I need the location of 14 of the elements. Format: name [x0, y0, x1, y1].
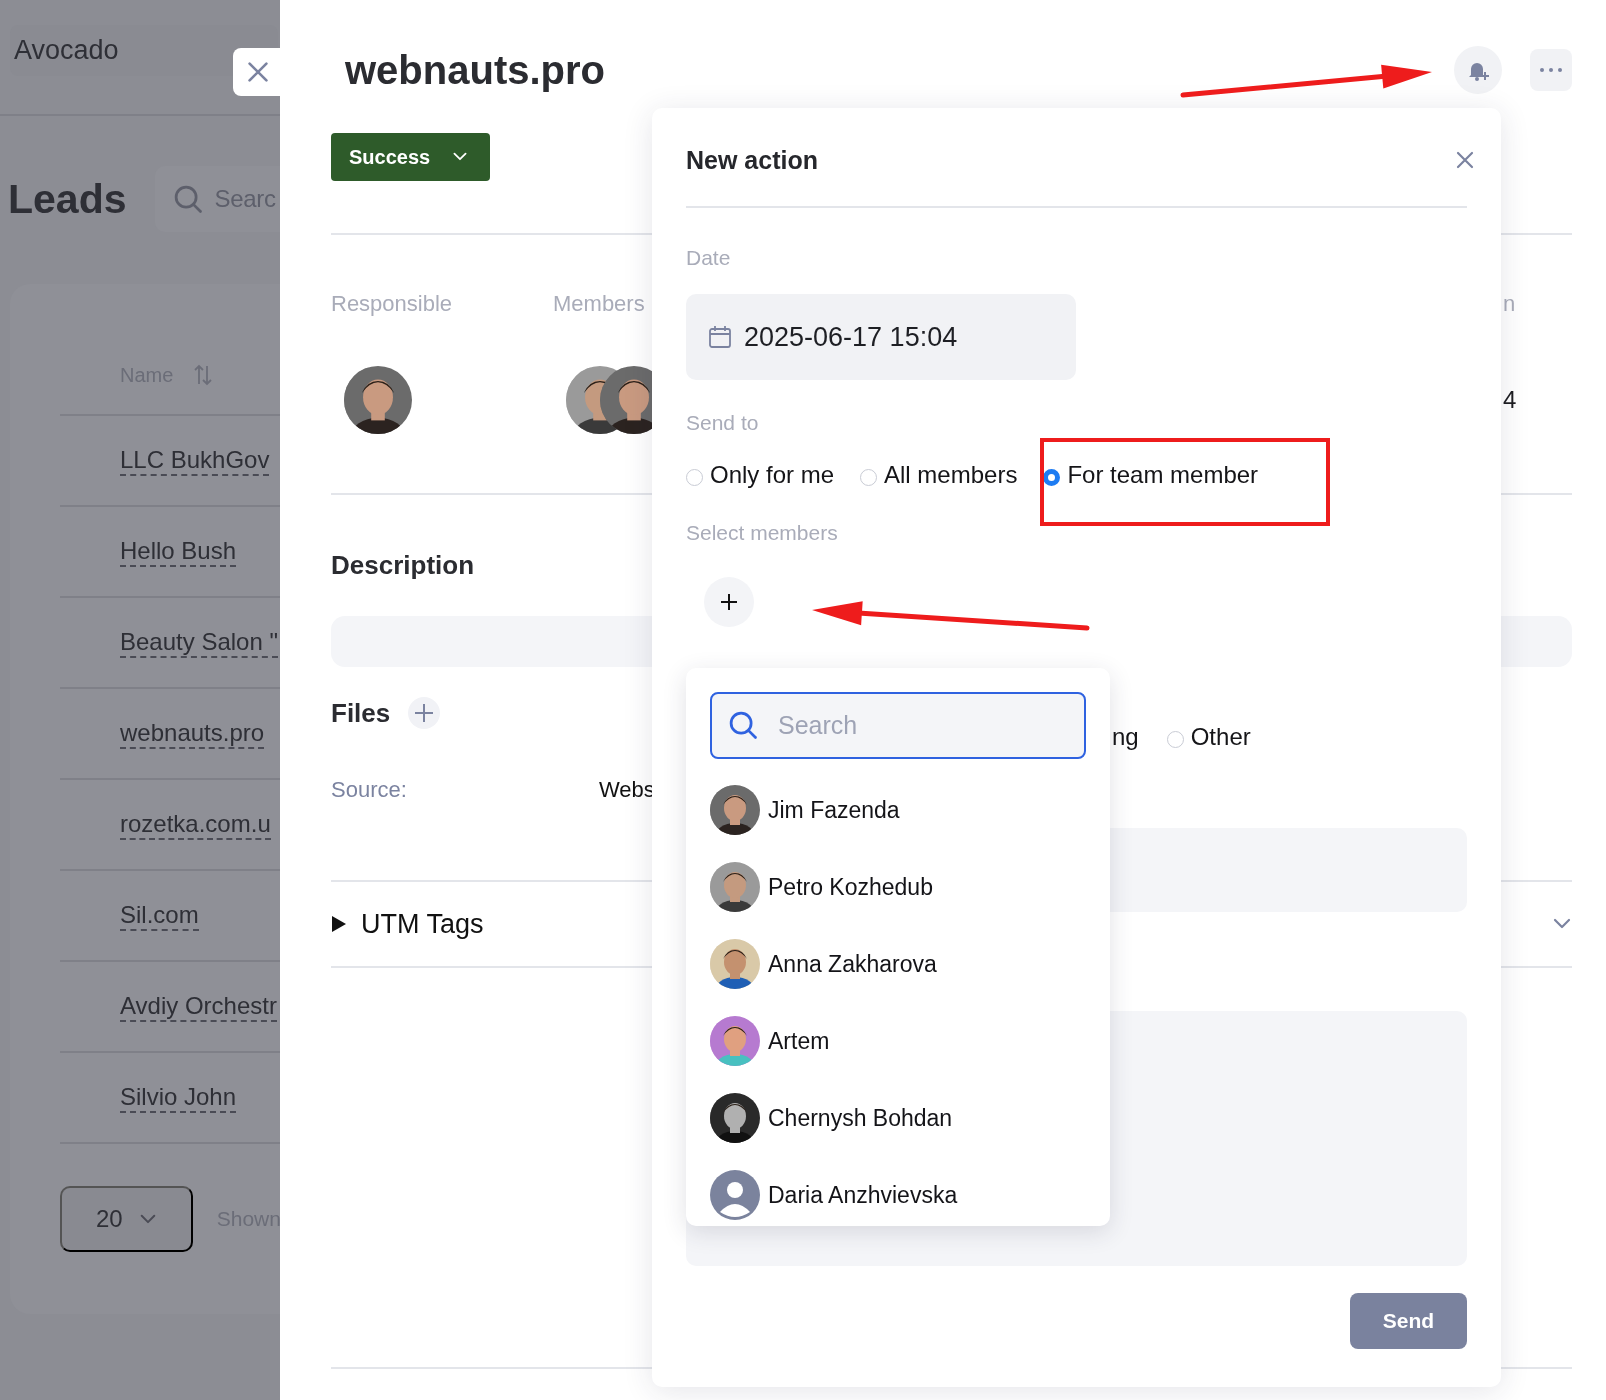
field-label: Responsible: [331, 291, 453, 317]
drawer-title: webnauts.pro: [344, 47, 606, 93]
field-label: Members: [553, 291, 645, 317]
source-label: Source:: [331, 777, 408, 803]
field-value: 4: [1503, 386, 1517, 414]
field-label: Date: [686, 246, 732, 270]
dialog-title: New action: [686, 145, 818, 175]
section-title: Files: [331, 697, 391, 729]
source-value: Webs: [599, 777, 655, 803]
page-title: Leads: [8, 175, 127, 223]
field-label: Select members: [686, 521, 839, 545]
field-label: n: [1503, 291, 1516, 317]
field-label: Send to: [686, 411, 760, 435]
section-title: Description: [331, 550, 476, 581]
